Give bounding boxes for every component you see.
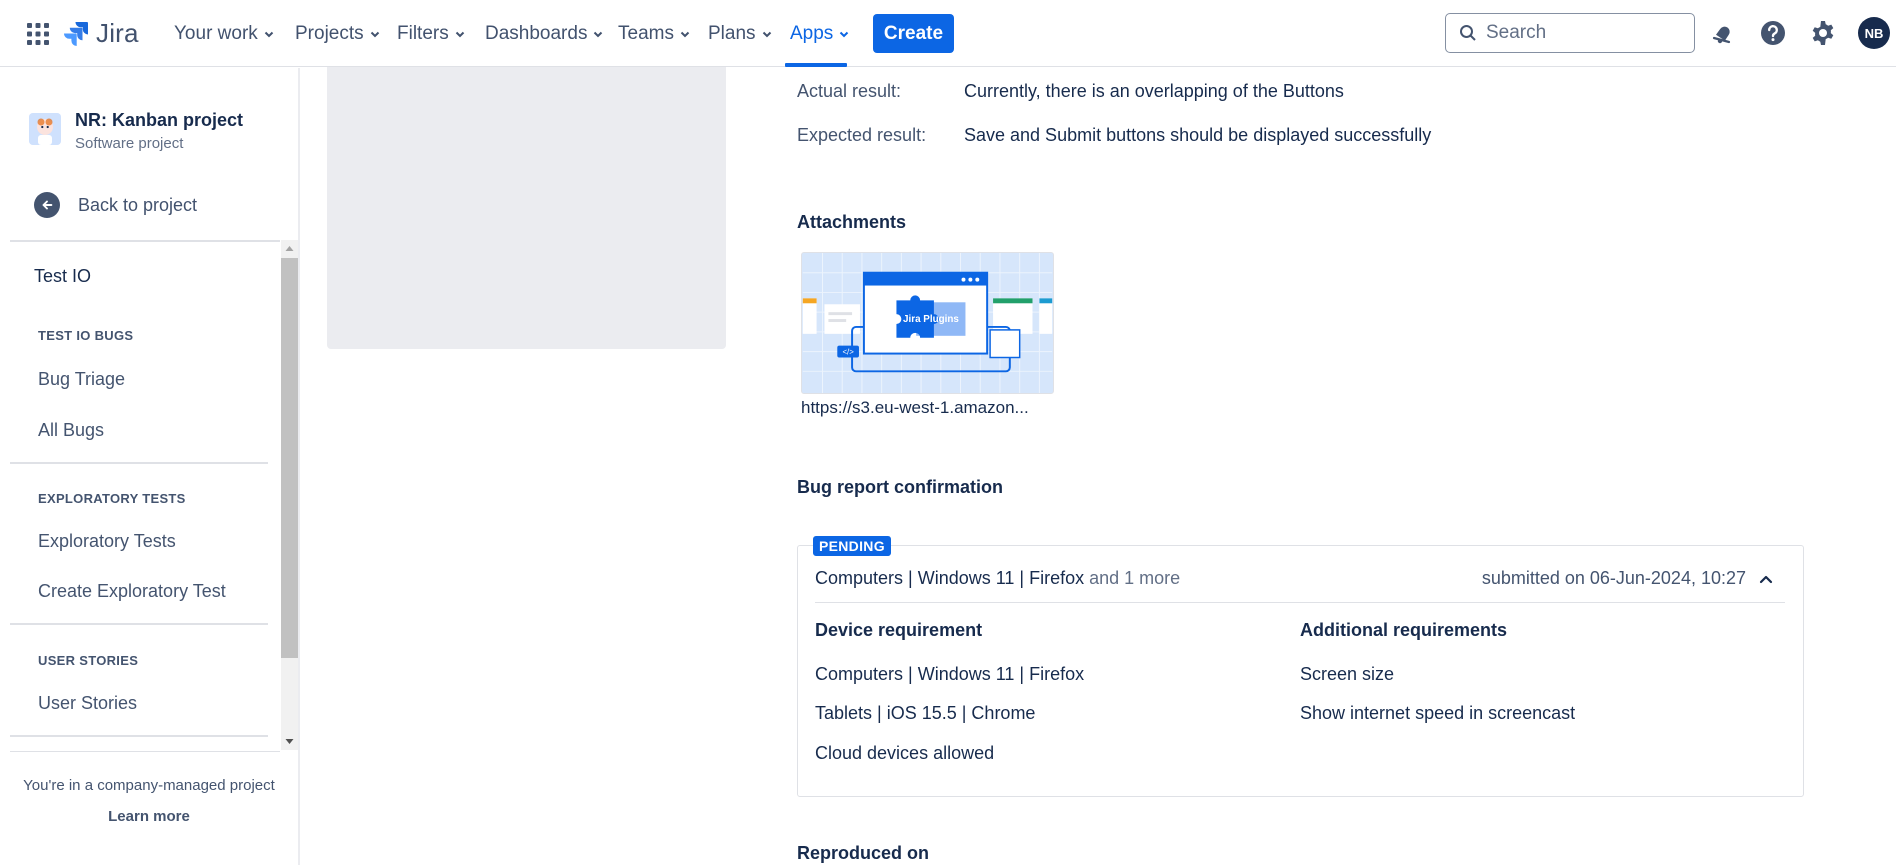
chevron-down-icon [594,31,603,38]
company-managed-text: You're in a company-managed project [23,777,275,794]
jira-logo-icon [64,22,88,46]
loading-placeholder [327,67,726,349]
sidebar-divider [10,735,268,737]
nav-plans[interactable]: Plans [708,20,773,48]
sidebar-footer: You're in a company-managed project Lear… [10,752,288,825]
search-input[interactable] [1486,22,1686,44]
bug-report-confirmation-title: Bug report confirmation [797,477,1003,497]
status-badge: PENDING [813,536,891,556]
sidebar-item-all-bugs[interactable]: All Bugs [38,420,104,441]
project-type: Software project [75,135,184,152]
sidebar-menu-title: Test IO [34,266,92,286]
nav-filters[interactable]: Filters [397,20,466,48]
chevron-down-icon [762,31,771,38]
help-icon[interactable] [1758,18,1788,48]
attachments-title: Attachments [797,212,907,232]
sidebar-scrollbar-thumb[interactable] [281,258,298,658]
confirmation-device-summary[interactable]: Computers | Windows 11 | Firefox and 1 m… [815,568,1180,589]
search-icon [1460,25,1476,41]
additional-requirement-item: Show internet speed in screencast [1300,703,1576,723]
sidebar: NR: Kanban project Software project Back… [0,68,300,865]
sidebar-divider [10,623,268,625]
top-navigation: Jira Your work Projects Filters Dashboar… [0,0,1896,67]
chevron-down-icon [370,31,379,38]
device-requirement-heading: Device requirement [815,620,983,640]
device-summary-text: Computers | Windows 11 | Firefox [815,568,1085,588]
sidebar-item-exploratory-tests[interactable]: Exploratory Tests [38,531,176,552]
nav-label: Filters [397,23,449,44]
nav-label: Projects [295,23,364,44]
sidebar-divider [10,462,268,464]
nav-teams[interactable]: Teams [618,20,691,48]
actual-result-value: Currently, there is an overlapping of th… [964,81,1344,101]
app-name: Jira [96,17,139,48]
device-requirement-item: Tablets | iOS 15.5 | Chrome [815,703,1036,723]
device-more-text: and 1 more [1089,568,1181,588]
expected-result-value: Save and Submit buttons should be displa… [964,125,1432,145]
attachment-filename[interactable]: https://s3.eu-west-1.amazon... [801,398,1029,418]
attachment-thumbnail[interactable]: Jira Plugins </> [801,252,1054,394]
nav-label: Apps [790,23,834,44]
nav-apps[interactable]: Apps [790,20,850,48]
notifications-icon[interactable] [1708,18,1738,48]
chevron-up-icon[interactable] [1757,570,1775,588]
section-heading-user-stories: USER STORIES [38,653,139,668]
chevron-down-icon [264,31,274,38]
nav-dashboards[interactable]: Dashboards [485,20,604,48]
learn-more-link[interactable]: Learn more [10,808,288,825]
sidebar-item-user-stories[interactable]: User Stories [38,693,137,714]
additional-requirements-heading: Additional requirements [1300,620,1508,640]
project-avatar [29,113,61,145]
section-heading-exploratory-tests: EXPLORATORY TESTS [38,491,186,506]
nav-projects[interactable]: Projects [295,20,381,48]
reproduced-on-title: Reproduced on [797,843,930,863]
project-name[interactable]: NR: Kanban project [75,110,243,131]
nav-label: Dashboards [485,23,588,44]
active-nav-indicator [785,63,847,67]
user-avatar[interactable]: NB [1858,17,1890,49]
expected-result-label: Expected result: [797,125,927,145]
nav-your-work[interactable]: Your work [174,20,275,48]
device-requirement-item: Computers | Windows 11 | Firefox [815,664,1085,684]
search-box[interactable] [1445,13,1695,53]
section-heading-test-io-bugs: TEST IO BUGS [38,328,134,343]
create-button[interactable]: Create [873,14,954,53]
sidebar-menu: Test IO TEST IO BUGS Bug Triage All Bugs… [10,242,280,752]
app-switcher-icon[interactable] [24,20,52,48]
nav-label: Teams [618,23,674,44]
sidebar-item-create-exploratory-test[interactable]: Create Exploratory Test [38,581,226,602]
nav-label: Your work [174,23,258,44]
card-divider [815,602,1785,603]
submitted-timestamp: submitted on 06-Jun-2024, 10:27 [1481,568,1746,588]
svg-text:</>: </> [842,348,854,357]
project-avatar-icon [29,113,61,145]
scroll-up-arrow-icon[interactable] [285,244,294,253]
scroll-down-arrow-icon[interactable] [285,737,294,746]
attachment-preview-image: Jira Plugins </> [802,253,1053,393]
back-to-project-link[interactable]: Back to project [34,192,197,218]
actual-result-label: Actual result: [797,81,902,101]
arrow-left-icon [34,192,60,218]
chevron-down-icon [455,31,464,38]
back-to-project-label: Back to project [78,194,198,215]
additional-requirement-item: Screen size [1300,664,1395,684]
jira-logo[interactable]: Jira [62,16,139,50]
nav-label: Plans [708,23,756,44]
chevron-down-icon [680,31,690,38]
settings-icon[interactable] [1808,18,1838,48]
chevron-down-icon [840,31,849,38]
device-requirement-item: Cloud devices allowed [815,743,995,763]
attachment-thumb-text: Jira Plugins [903,314,959,325]
sidebar-item-bug-triage[interactable]: Bug Triage [38,369,125,390]
